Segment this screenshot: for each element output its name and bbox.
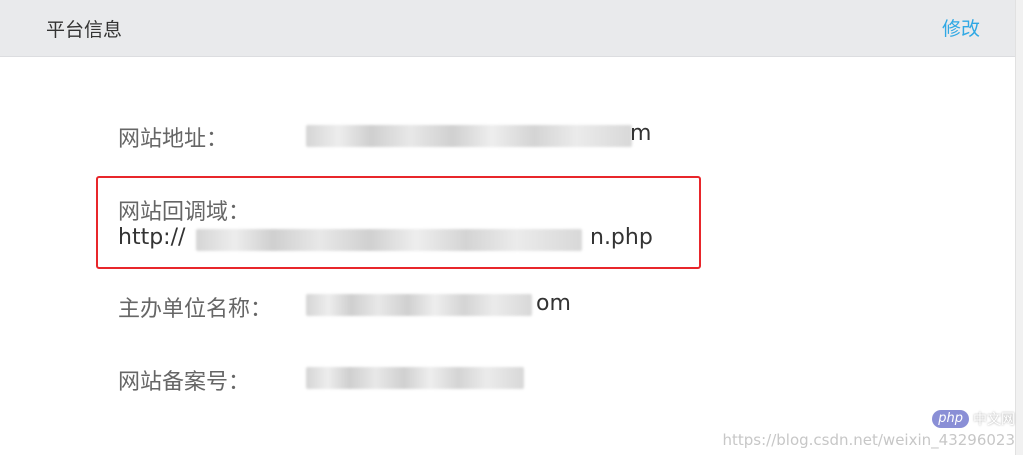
platform-info-panel: 平台信息 修改 网站地址： m 网站回调域： http:// n.php 主办单…	[0, 0, 1023, 455]
panel-header: 平台信息 修改	[0, 0, 1016, 57]
watermark-url: https://blog.csdn.net/weixin_43296023	[722, 431, 1015, 449]
site-address-redacted	[306, 125, 632, 147]
site-address-label: 网站地址：	[118, 127, 229, 152]
site-address-value-suffix: m	[630, 121, 652, 146]
csdn-watermark: https://blog.csdn.net/weixin_43296023	[722, 431, 1015, 449]
organizer-label: 主办单位名称：	[118, 297, 273, 322]
php-logo-cn: 中文网	[973, 412, 1015, 428]
icp-label: 网站备案号：	[118, 370, 251, 395]
organizer-value-suffix: om	[536, 291, 571, 316]
callback-domain-label: 网站回调域：	[118, 200, 251, 225]
php-cn-watermark-logo: php 中文网	[932, 409, 1015, 429]
callback-domain-value-prefix: http://	[118, 225, 186, 250]
edit-link[interactable]: 修改	[942, 14, 980, 41]
organizer-redacted	[306, 294, 532, 316]
callback-domain-value-suffix: n.php	[590, 225, 653, 250]
callback-domain-redacted	[196, 229, 582, 251]
panel-title: 平台信息	[46, 19, 123, 41]
icp-redacted	[306, 367, 524, 389]
vertical-scrollbar[interactable]	[1015, 0, 1023, 455]
php-logo: php	[932, 410, 969, 428]
